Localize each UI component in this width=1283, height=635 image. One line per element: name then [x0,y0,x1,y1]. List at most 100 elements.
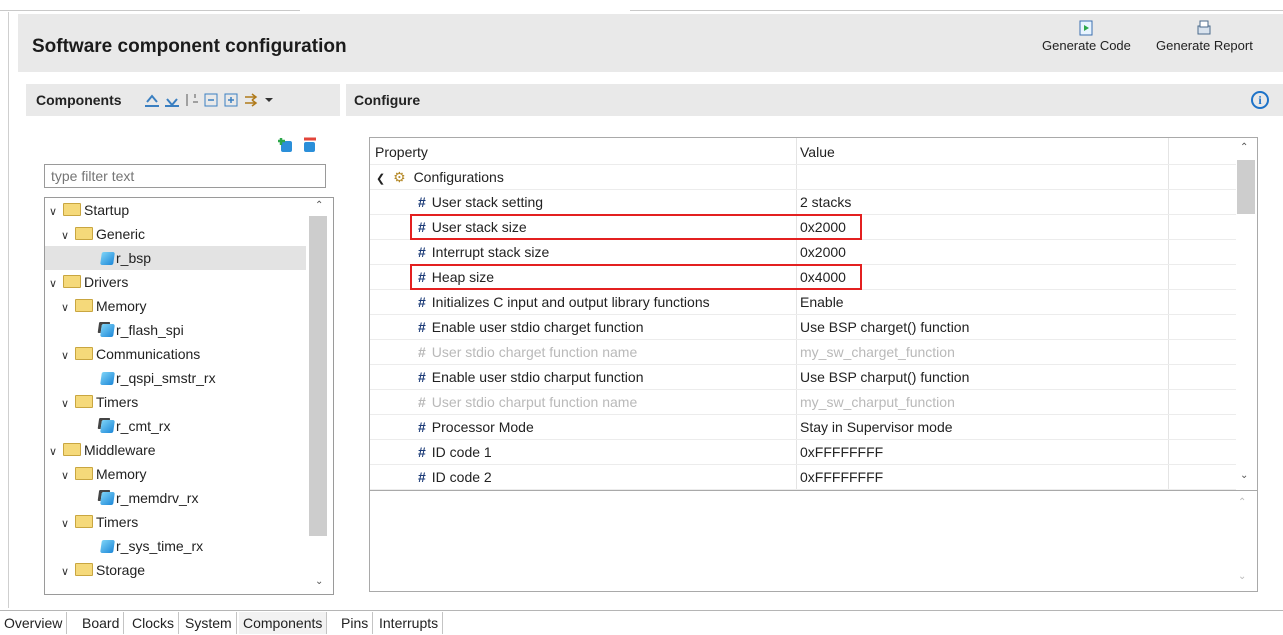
expand-chevron-icon[interactable]: ❮ [376,173,385,185]
property-value[interactable]: my_sw_charget_function [800,340,955,364]
grid-scrollbar[interactable]: ⌃ ⌄ [1236,138,1256,488]
gear-icon: ⚙ [393,169,406,185]
property-row[interactable]: # Enable user stdio charput function Use B… [370,365,1236,390]
property-value[interactable]: Use BSP charget() function [800,315,969,339]
tab-pins[interactable]: Pins [337,612,374,634]
expand-chevron-icon[interactable]: ∨ [49,272,61,296]
scroll-down-icon: ⌄ [1238,571,1247,582]
import-icon[interactable] [144,93,160,107]
component-filter-input[interactable] [44,164,326,188]
expand-chevron-icon[interactable]: ∨ [49,200,61,224]
tree-item-label: r_memdrv_rx [116,490,199,506]
property-row[interactable]: # ID code 2 0xFFFFFFFF [370,465,1236,490]
tab-interrupts[interactable]: Interrupts [375,612,444,634]
info-icon[interactable]: i [1251,91,1269,109]
property-value[interactable]: Stay in Supervisor mode [800,415,953,439]
component-icon [100,540,115,553]
tab-board[interactable]: Board [78,612,125,634]
property-row[interactable]: # Initializes C input and output library … [370,290,1236,315]
property-grid[interactable]: Property Value ❮ ⚙ Configurations # User … [369,137,1258,491]
tree-folder[interactable]: ∨ Storage [61,558,145,582]
property-row[interactable]: # Enable user stdio charget function Use B… [370,315,1236,340]
tree-component[interactable]: r_flash_spi [100,318,184,342]
property-name: User stack setting [431,194,544,210]
tree-folder[interactable]: ∨ Drivers [49,270,128,294]
expand-chevron-icon[interactable]: ∨ [61,296,73,320]
property-row[interactable]: # Processor Mode Stay in Supervisor mode [370,415,1236,440]
expand-chevron-icon[interactable]: ∨ [61,512,73,536]
property-row[interactable]: # Interrupt stack size 0x2000 [370,240,1236,265]
tab-components[interactable]: Components [239,612,328,634]
component-tree[interactable]: ∨ Startup ∨ Generic r_bsp ∨ Drivers ∨ Memory r_fl… [44,197,334,595]
property-row[interactable]: # User stdio charput function name my_sw_c… [370,390,1236,415]
tree-folder[interactable]: ∨ Generic [61,222,145,246]
tree-folder[interactable]: ∨ Communications [61,342,200,366]
tree-folder[interactable]: ∨ Startup [49,198,129,222]
component-icon [100,324,115,337]
tree-folder[interactable]: ∨ Timers [61,510,138,534]
tree-item-label: r_sys_time_rx [116,538,204,554]
tree-item-label: r_qspi_smstr_rx [116,370,216,386]
link-icon[interactable] [244,93,260,107]
grid-scrollbar-thumb[interactable] [1237,160,1255,214]
generate-report-label: Generate Report [1156,38,1253,53]
view-menu-chevron-icon[interactable] [264,93,274,107]
remove-component-icon[interactable] [302,137,318,153]
tree-component[interactable]: r_bsp [100,246,151,270]
tree-component[interactable]: r_qspi_smstr_rx [100,366,216,390]
property-value[interactable]: my_sw_charput_function [800,390,955,414]
expand-chevron-icon[interactable]: ∨ [61,224,73,248]
tab-system[interactable]: System [181,612,237,634]
property-value[interactable]: 0xFFFFFFFF [800,465,883,489]
hash-icon: # [418,444,426,460]
tab-overview[interactable]: Overview [0,612,68,634]
property-row[interactable]: # User stdio charget function name my_sw_c… [370,340,1236,365]
tab-clocks[interactable]: Clocks [128,612,180,634]
tree-component[interactable]: r_memdrv_rx [100,486,199,510]
highlight-box [410,214,862,240]
tree-folder[interactable]: ∨ Memory [61,462,147,486]
scroll-down-icon[interactable]: ⌄ [315,576,323,587]
property-value[interactable]: Use BSP charput() function [800,365,969,389]
add-component-icon[interactable] [278,137,294,153]
tree-scrollbar[interactable]: ⌃ ⌄ [306,198,332,592]
tree-component[interactable]: r_sys_time_rx [100,534,204,558]
expand-chevron-icon[interactable]: ∨ [61,560,73,584]
left-edge [0,12,9,608]
property-row[interactable]: # User stack setting 2 stacks [370,190,1236,215]
property-name: Processor Mode [431,419,534,435]
hash-icon: # [418,194,426,210]
scroll-up-icon[interactable]: ⌃ [315,200,323,211]
sort-icon[interactable] [184,93,200,107]
expand-all-icon[interactable] [224,93,240,107]
generate-code-button[interactable]: Generate Code [1042,20,1131,53]
export-icon[interactable] [164,93,180,107]
tree-component[interactable]: r_cmt_rx [100,414,170,438]
scroll-up-icon[interactable]: ⌃ [1240,142,1248,153]
editor-tabs: Overview Board Clocks System Components Pins I… [0,610,1283,635]
scroll-down-icon[interactable]: ⌄ [1240,470,1248,481]
folder-icon [63,275,81,288]
tree-folder[interactable]: ∨ Middleware [49,438,156,462]
folder-icon [75,395,93,408]
value-column-header[interactable]: Value [800,140,835,164]
property-row[interactable]: # ID code 1 0xFFFFFFFF [370,440,1236,465]
property-value[interactable]: 0xFFFFFFFF [800,440,883,464]
tree-scrollbar-thumb[interactable] [309,216,327,536]
expand-chevron-icon[interactable]: ∨ [61,392,73,416]
property-column-header[interactable]: Property [375,140,428,164]
configurations-group-row[interactable]: ❮ ⚙ Configurations [370,165,1236,190]
tree-folder[interactable]: ∨ Timers [61,390,138,414]
tree-item-label: Generic [96,226,146,242]
hash-icon: # [418,244,426,260]
property-value[interactable]: 2 stacks [800,190,851,214]
property-value[interactable]: 0x2000 [800,240,846,264]
expand-chevron-icon[interactable]: ∨ [49,440,61,464]
tree-folder[interactable]: ∨ Memory [61,294,147,318]
property-value[interactable]: Enable [800,290,844,314]
expand-chevron-icon[interactable]: ∨ [61,344,73,368]
collapse-all-icon[interactable] [204,93,220,107]
expand-chevron-icon[interactable]: ∨ [61,464,73,488]
property-name: User stdio charput function name [431,394,638,410]
generate-report-button[interactable]: Generate Report [1156,20,1253,53]
